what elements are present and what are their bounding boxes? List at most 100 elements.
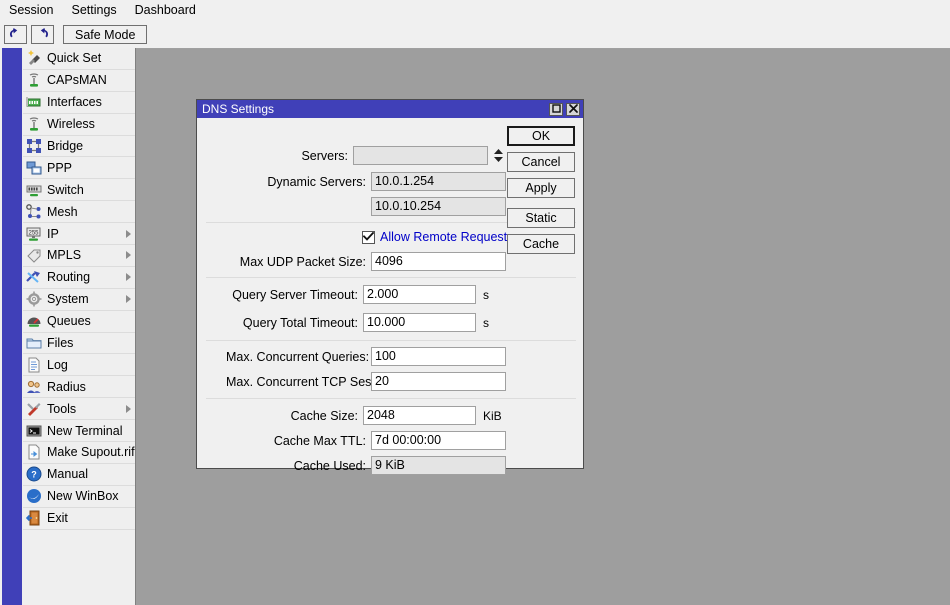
routing-arrows-icon [25,269,43,285]
query-server-timeout-input[interactable]: 2.000 [363,285,476,304]
max-udp-packet-size-input[interactable]: 4096 [371,252,506,271]
menu-bar: Session Settings Dashboard [0,0,950,22]
sidebar-item-switch[interactable]: Switch [23,179,135,202]
svg-text:255: 255 [28,230,39,236]
folder-icon [25,335,43,351]
sidebar-item-manual[interactable]: ? Manual [23,464,135,486]
sidebar-item-label: Make Supout.rif [47,445,135,460]
close-icon [568,102,578,116]
sidebar-item-bridge[interactable]: Bridge [23,136,135,158]
max-concurrent-tcp-sessions-input[interactable]: 20 [371,372,506,391]
sidebar-item-queues[interactable]: Queues [23,311,135,333]
cache-size-input[interactable]: 2048 [363,406,476,425]
terminal-icon [25,423,43,439]
cancel-button[interactable]: Cancel [507,152,575,172]
sidebar-item-quick-set[interactable]: Quick Set [23,48,135,70]
cache-max-ttl-input[interactable]: 7d 00:00:00 [371,431,506,450]
field-row-query-total-timeout: Query Total Timeout: 10.000 s [206,313,536,332]
sidebar-item-label: PPP [47,160,73,175]
sidebar-accent-strip [2,48,22,605]
sidebar-item-files[interactable]: Files [23,333,135,355]
sidebar-item-tools[interactable]: Tools [23,398,135,421]
redo-arrow-icon [35,28,50,41]
sidebar-item-label: Radius [47,379,86,394]
query-total-timeout-input[interactable]: 10.000 [363,313,476,332]
undo-button[interactable] [4,25,27,44]
servers-input[interactable] [353,146,488,165]
sidebar-item-capsman[interactable]: CAPsMAN [23,70,135,92]
cache-size-label: Cache Size: [290,408,358,423]
sidebar-item-ppp[interactable]: PPP [23,157,135,180]
sidebar-item-label: Quick Set [47,51,102,66]
field-row-servers: Servers: [206,146,506,165]
menu-item-session[interactable]: Session [0,1,62,20]
sidebar-item-label: Routing [47,270,91,285]
computers-link-icon [25,160,43,176]
mesh-nodes-icon [25,203,43,220]
query-total-timeout-label: Query Total Timeout: [242,315,358,330]
sidebar-item-label: New Terminal [47,423,123,438]
servers-spinner[interactable] [491,146,506,165]
apply-button[interactable]: Apply [507,178,575,198]
document-lines-icon [25,357,43,373]
menu-item-dashboard[interactable]: Dashboard [126,1,205,20]
file-export-icon [25,444,43,460]
antenna-icon [25,72,43,88]
field-row-max-udp-packet-size: Max UDP Packet Size: 4096 [206,252,506,271]
undo-arrow-icon [8,28,23,41]
network-card-icon [25,94,43,110]
dialog-title-bar[interactable]: DNS Settings [197,100,583,118]
cache-button[interactable]: Cache [507,234,575,254]
sidebar-item-radius[interactable]: Radius [23,376,135,399]
sidebar-item-routing[interactable]: Routing [23,267,135,289]
sidebar-item-label: Bridge [47,139,84,153]
bridge-nodes-icon [25,138,43,154]
sidebar-item-log[interactable]: Log [23,354,135,377]
sidebar-item-mesh[interactable]: Mesh [23,201,135,224]
sidebar-item-system[interactable]: System [23,289,135,311]
close-button[interactable] [566,102,580,116]
sidebar-item-label: Interfaces [47,95,102,110]
sidebar-item-new-winbox[interactable]: New WinBox [23,486,135,508]
dynamic-servers-label: Dynamic Servers: [267,174,366,189]
ok-button[interactable]: OK [507,126,575,146]
submenu-arrow-icon [126,229,131,238]
allow-remote-requests-label[interactable]: Allow Remote Requests [380,230,513,244]
sidebar-item-label: Wireless [47,117,95,132]
sidebar-item-wireless[interactable]: Wireless [23,114,135,136]
redo-button[interactable] [31,25,54,44]
max-udp-packet-size-label: Max UDP Packet Size: [239,254,366,269]
sidebar-item-make-supout-rif[interactable]: Make Supout.rif [23,442,135,464]
tags-icon [25,247,43,264]
submenu-arrow-icon [126,404,131,413]
tools-icon [25,401,43,417]
sidebar-item-exit[interactable]: Exit [23,508,135,530]
safe-mode-button[interactable]: Safe Mode [63,25,148,44]
query-server-timeout-label: Query Server Timeout: [232,287,358,302]
max-concurrent-queries-input[interactable]: 100 [371,347,506,366]
sidebar-item-interfaces[interactable]: Interfaces [23,92,135,114]
separator-2 [206,277,576,278]
maximize-button[interactable] [549,102,563,116]
sidebar-item-label: IP [47,226,59,241]
dynamic-servers-input[interactable]: 10.0.1.254 [371,172,506,191]
sidebar-item-new-terminal[interactable]: New Terminal [23,420,135,443]
query-server-timeout-unit: s [483,287,489,302]
dynamic-servers-2-input[interactable]: 10.0.10.254 [371,197,506,216]
sidebar-item-label: Exit [47,511,68,526]
submenu-arrow-icon [126,251,131,260]
sidebar-item-mpls[interactable]: MPLS [23,245,135,267]
field-row-dynamic-servers: Dynamic Servers: 10.0.1.254 [206,172,506,191]
servers-label: Servers: [301,148,348,163]
help-question-icon: ? [25,466,43,482]
dialog-body: Servers: Dynamic Servers: 10.0.1.254 10.… [197,118,583,475]
switch-icon [25,182,43,198]
cache-size-unit: KiB [483,408,502,423]
sidebar-item-ip[interactable]: 255 IP [23,223,135,246]
allow-remote-requests-checkbox[interactable] [362,230,375,244]
menu-item-settings[interactable]: Settings [62,1,125,20]
svg-text:?: ? [31,470,37,480]
ip-255-icon: 255 [25,226,43,242]
sidebar-item-label: Tools [47,401,77,416]
static-button[interactable]: Static [507,208,575,228]
